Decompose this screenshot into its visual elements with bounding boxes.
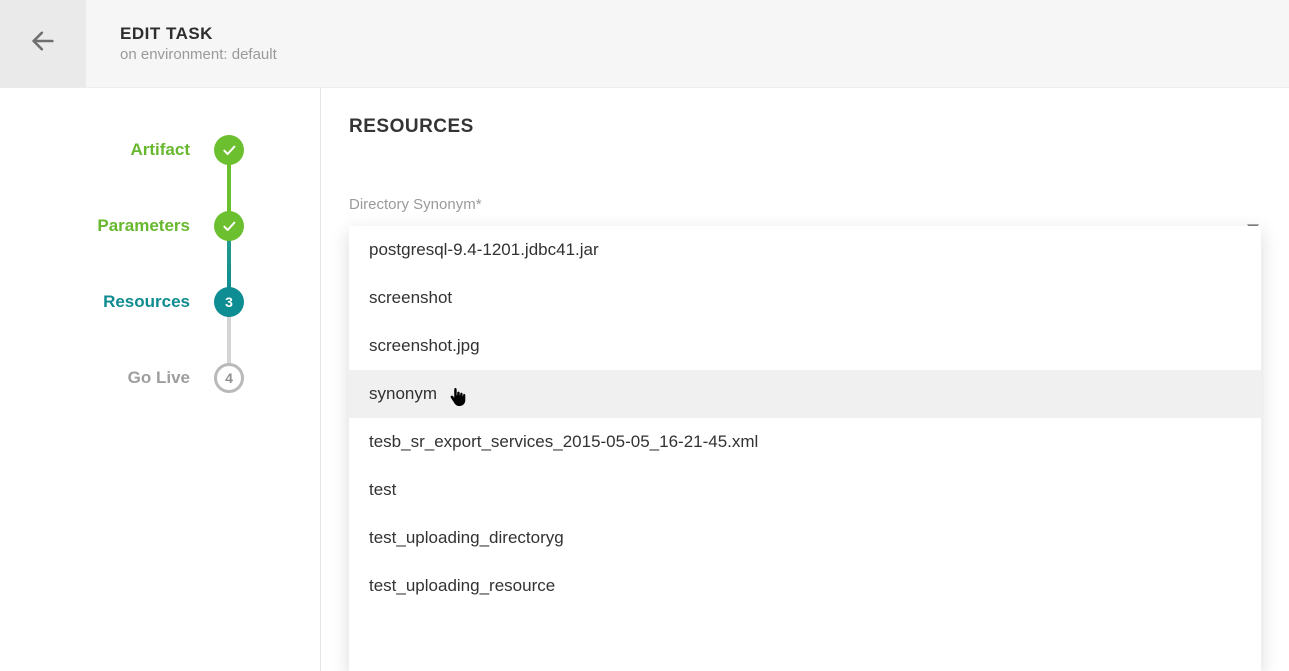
dropdown-option[interactable]: test_uploading_resource	[349, 562, 1261, 610]
header-title-block: EDIT TASK on environment: default	[86, 24, 277, 63]
dropdown-option[interactable]: test_uploading_directoryg	[349, 514, 1261, 562]
step-number-badge: 4	[214, 363, 244, 393]
check-icon	[214, 135, 244, 165]
wizard-step-parameters[interactable]: Parameters	[0, 188, 320, 264]
page-subtitle: on environment: default	[120, 46, 277, 63]
arrow-left-icon	[29, 27, 57, 60]
step-label: Artifact	[0, 140, 214, 160]
main-area: ArtifactParametersResources3Go Live4 RES…	[0, 88, 1289, 671]
wizard-step-resources[interactable]: Resources3	[0, 264, 320, 340]
directory-synonym-dropdown: postgresql-9.4-1201.jdbc41.jarscreenshot…	[349, 226, 1261, 671]
step-number-badge: 3	[214, 287, 244, 317]
step-connector-line	[227, 141, 231, 369]
dropdown-option[interactable]: tesb_sr_export_services_2015-05-05_16-21…	[349, 418, 1261, 466]
page-title: EDIT TASK	[120, 24, 277, 44]
dropdown-option[interactable]: test	[349, 466, 1261, 514]
back-button[interactable]	[0, 0, 86, 88]
dropdown-option[interactable]: screenshot.jpg	[349, 322, 1261, 370]
dropdown-option[interactable]: screenshot	[349, 274, 1261, 322]
step-label: Go Live	[0, 368, 214, 388]
wizard-sidebar: ArtifactParametersResources3Go Live4	[0, 88, 321, 671]
check-icon	[214, 211, 244, 241]
dropdown-option[interactable]: postgresql-9.4-1201.jdbc41.jar	[349, 226, 1261, 274]
dropdown-scroll[interactable]: postgresql-9.4-1201.jdbc41.jarscreenshot…	[349, 226, 1261, 671]
field-label-directory-synonym: Directory Synonym*	[349, 196, 1261, 213]
dropdown-option[interactable]: synonym	[349, 370, 1261, 418]
top-header: EDIT TASK on environment: default	[0, 0, 1289, 88]
step-label: Resources	[0, 292, 214, 312]
content-panel: RESOURCES Directory Synonym* postgresql-…	[321, 88, 1289, 671]
wizard-step-go-live[interactable]: Go Live4	[0, 340, 320, 416]
step-label: Parameters	[0, 216, 214, 236]
wizard-step-artifact[interactable]: Artifact	[0, 112, 320, 188]
section-title: RESOURCES	[349, 116, 1261, 138]
